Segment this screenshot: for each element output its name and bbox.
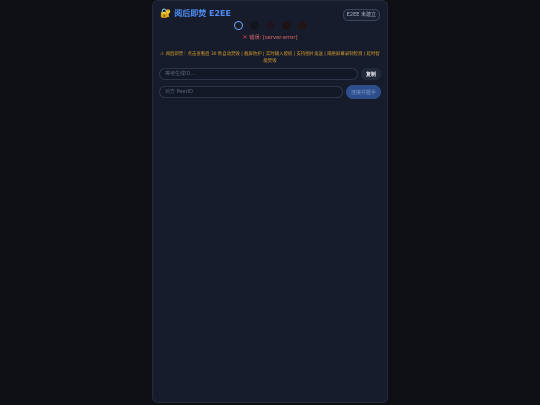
e2ee-status-button[interactable]: E2EE 未建立 bbox=[342, 9, 380, 21]
step-dot-4 bbox=[281, 21, 291, 30]
app-title: 🔐 阅后即焚 E2EE bbox=[160, 9, 231, 19]
copy-button[interactable]: 复制 bbox=[360, 68, 381, 80]
peer-id-input[interactable] bbox=[159, 86, 343, 98]
step-dot-1 bbox=[233, 21, 243, 30]
x-icon: ✕ bbox=[242, 34, 248, 41]
app-title-text: 阅后即焚 E2EE bbox=[174, 9, 231, 18]
peer-row: 连接并握手 bbox=[159, 85, 381, 99]
step-dot-3 bbox=[265, 21, 275, 30]
chat-panel: 🔐 阅后即焚 E2EE E2EE 未建立 ✕ 错误: [server-error… bbox=[152, 0, 388, 403]
error-text: 错误: [server-error] bbox=[249, 35, 298, 41]
error-status: ✕ 错误: [server-error] bbox=[153, 34, 387, 42]
step-indicator bbox=[153, 21, 387, 33]
step-dot-2 bbox=[249, 21, 259, 30]
connect-button[interactable]: 连接并握手 bbox=[345, 85, 381, 99]
burn-notice: ⚠ 阅后即焚：点击查看后 30 秒自动焚毁 | 截屏防护 | 实时输入授权 | … bbox=[160, 52, 380, 64]
lock-icon: 🔐 bbox=[160, 9, 172, 19]
my-id-row: 复制 bbox=[159, 68, 381, 80]
step-dot-5 bbox=[297, 21, 307, 30]
my-id-input[interactable] bbox=[159, 68, 358, 80]
